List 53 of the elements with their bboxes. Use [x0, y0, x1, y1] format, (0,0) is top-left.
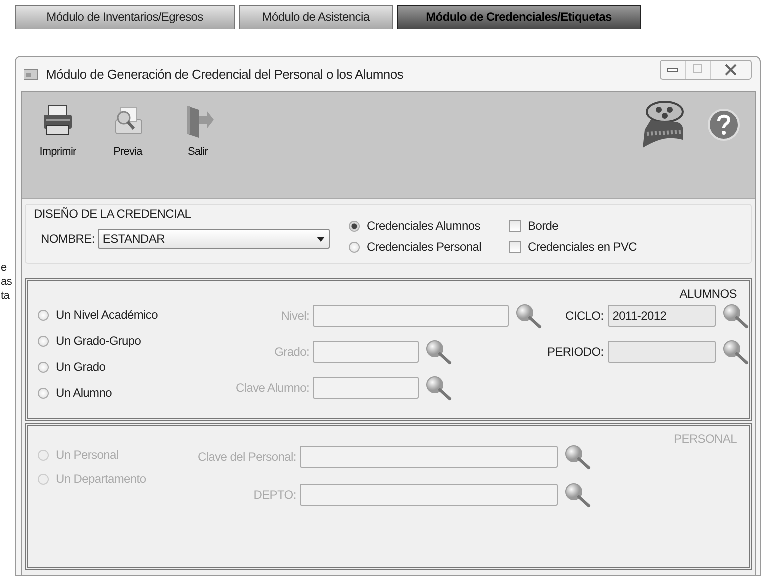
search-icon[interactable] [722, 339, 750, 365]
radio-label: Un Personal [56, 448, 119, 462]
background-text: ta [1, 290, 11, 302]
toolbar-button[interactable]: Salir [176, 104, 220, 158]
background-text: e [1, 262, 8, 274]
module-tab[interactable]: Módulo de Inventarios/Egresos [15, 5, 235, 29]
radio-button[interactable] [38, 362, 49, 372]
radio-label: Un Nivel Académico [56, 308, 158, 322]
dropdown-arrow-icon [316, 236, 325, 242]
window-title: Módulo de Generación de Credencial del Personal o los Alumnos [46, 66, 404, 82]
help-icon[interactable] [707, 108, 741, 142]
field-label: DEPTO: [252, 488, 296, 502]
radio-button[interactable] [38, 388, 49, 398]
checkbox[interactable] [509, 241, 521, 253]
search-icon[interactable] [425, 375, 454, 401]
module-tab[interactable]: Módulo de Credenciales/Etiquetas [397, 5, 641, 29]
group-title: DISEÑO DE LA CREDENCIAL [34, 207, 192, 221]
toolbar-button[interactable]: Imprimir [36, 104, 80, 158]
toolbar-button[interactable]: Previa [106, 104, 150, 158]
field-label: Clave Alumno: [236, 381, 310, 395]
radio-label: Credenciales Alumnos [367, 219, 480, 233]
input-field[interactable] [608, 341, 716, 363]
radio-button[interactable] [38, 336, 49, 346]
checkbox-label: Credenciales en PVC [528, 240, 638, 254]
radio-label: Credenciales Personal [367, 240, 482, 254]
field-label: PERIODO: [547, 345, 604, 359]
checkbox[interactable] [509, 220, 521, 232]
radio-label: Un Grado [56, 360, 106, 374]
window-icon [24, 68, 38, 80]
radio-button[interactable] [38, 310, 49, 320]
printer-icon [41, 104, 75, 138]
field-label: CICLO: [564, 309, 604, 323]
field-label: Nivel: [280, 309, 310, 323]
field-label: Clave del Personal: [198, 450, 296, 464]
name-dropdown[interactable]: ESTANDAR [98, 229, 330, 249]
group-title: ALUMNOS [680, 287, 737, 301]
radio-button[interactable] [349, 242, 360, 252]
field-label: Grado: [274, 345, 310, 359]
module-tab[interactable]: Módulo de Asistencia [239, 5, 393, 29]
group-title: PERSONAL [674, 432, 737, 446]
search-icon[interactable] [425, 339, 454, 365]
radio-label: Un Departamento [56, 472, 146, 486]
background-text: as [1, 276, 14, 288]
radio-label: Un Alumno [56, 386, 112, 400]
search-icon[interactable] [564, 444, 592, 470]
search-icon[interactable] [722, 303, 750, 329]
search-icon[interactable] [564, 482, 592, 508]
radio-button[interactable] [349, 220, 360, 232]
input-field[interactable]: 2011-2012 [608, 305, 716, 327]
field-label: NOMBRE: [41, 232, 95, 246]
search-icon[interactable] [515, 303, 544, 329]
radio-label: Un Grado-Grupo [56, 334, 142, 348]
checkbox-label: Borde [528, 219, 559, 233]
